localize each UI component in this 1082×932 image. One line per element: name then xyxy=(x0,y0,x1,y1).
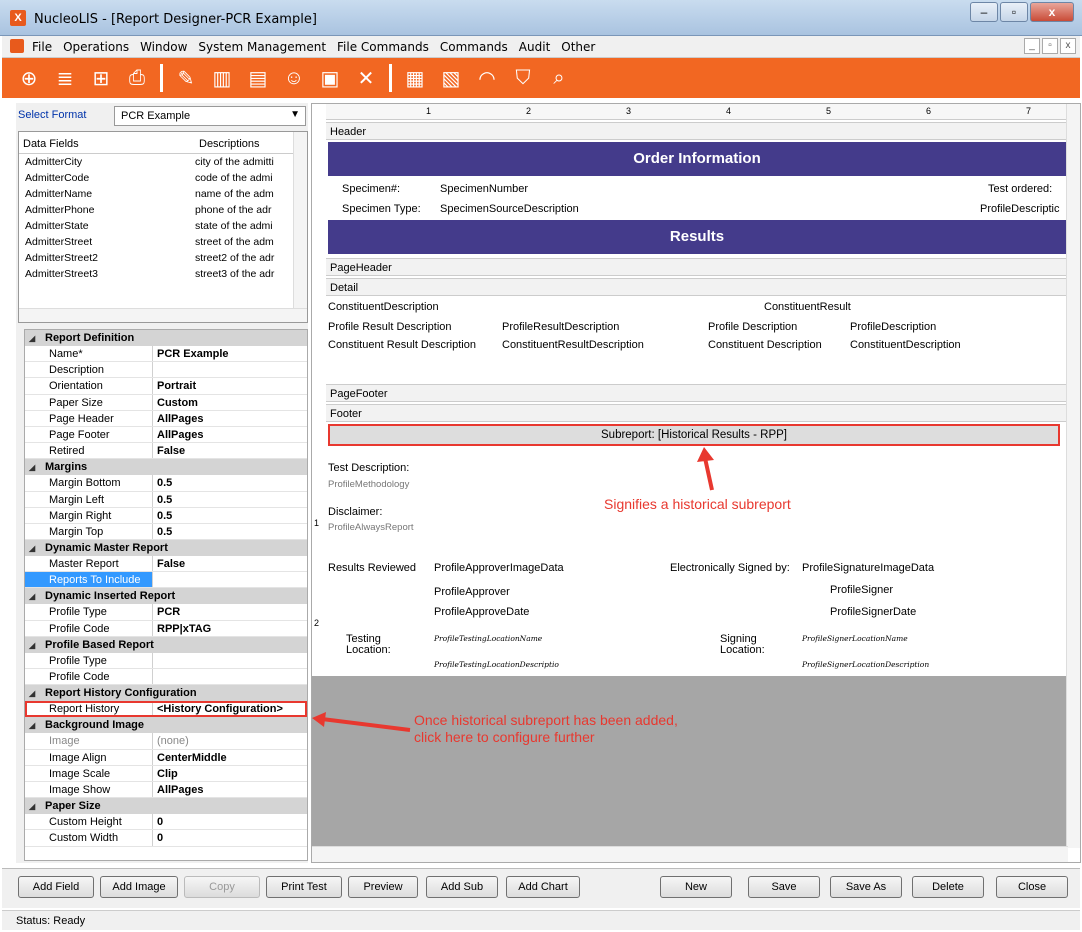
bottom-button-bar: Add Field Add Image Copy Print Test Prev… xyxy=(2,868,1080,908)
print-test-button[interactable]: Print Test xyxy=(266,876,342,898)
arrow-to-report-history xyxy=(321,717,411,732)
close-button[interactable]: Close xyxy=(996,876,1068,898)
add-chart-button[interactable]: Add Chart xyxy=(506,876,580,898)
delete-button[interactable]: Delete xyxy=(912,876,984,898)
new-button[interactable]: New xyxy=(660,876,732,898)
add-sub-button[interactable]: Add Sub xyxy=(426,876,498,898)
save-button[interactable]: Save xyxy=(748,876,820,898)
arrow-to-subreport xyxy=(703,457,714,491)
add-image-button[interactable]: Add Image xyxy=(100,876,178,898)
save-as-button[interactable]: Save As xyxy=(830,876,902,898)
status-bar: Status: Ready xyxy=(2,910,1080,930)
add-field-button[interactable]: Add Field xyxy=(18,876,94,898)
annotation-arrows xyxy=(312,447,714,732)
preview-button[interactable]: Preview xyxy=(348,876,418,898)
arrowhead-icon xyxy=(312,712,326,727)
copy-button[interactable]: Copy xyxy=(184,876,260,898)
arrowhead-icon xyxy=(697,447,714,462)
